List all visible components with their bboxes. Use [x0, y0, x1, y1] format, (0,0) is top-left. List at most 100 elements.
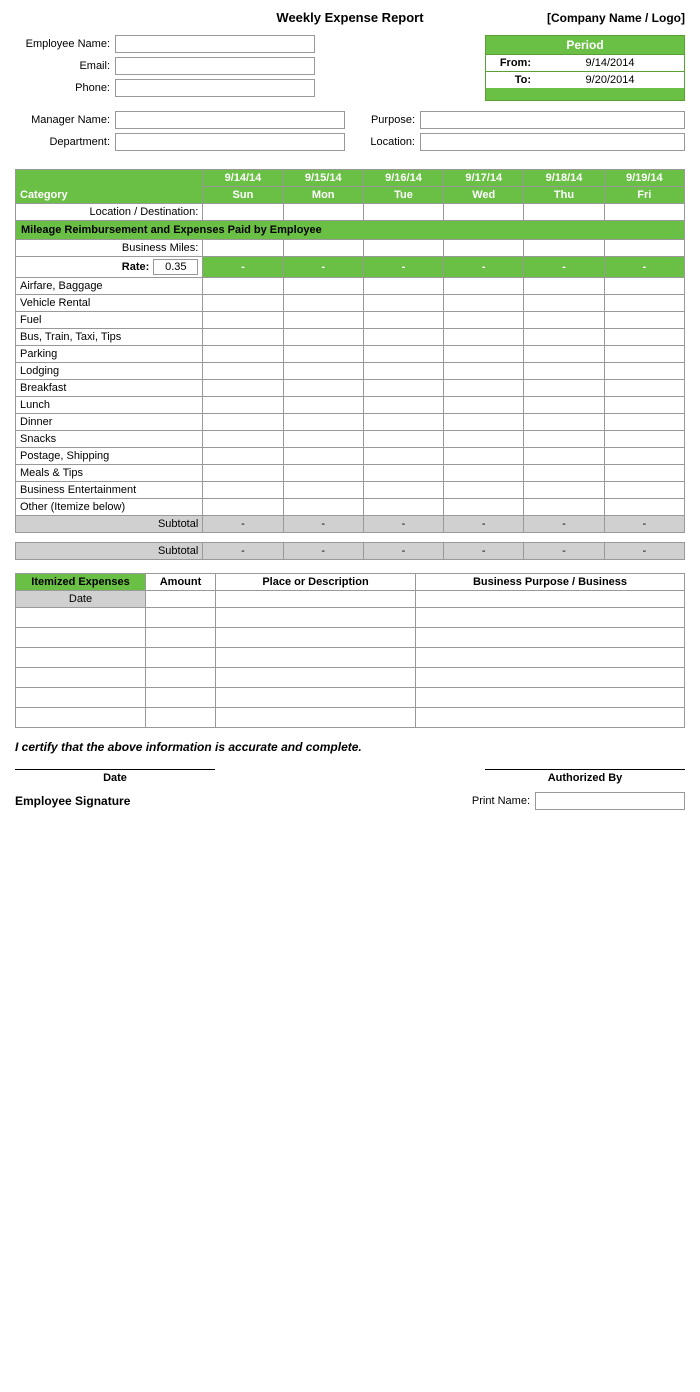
subtotal-wed-1: -: [444, 516, 524, 533]
date-mon: 9/15/14: [283, 170, 363, 187]
period-header: Period: [486, 36, 684, 54]
category-postage: Postage, Shipping: [16, 448, 203, 465]
subtotal-mon-1: -: [283, 516, 363, 533]
category-bus: Bus, Train, Taxi, Tips: [16, 329, 203, 346]
table-row: Fuel: [16, 312, 685, 329]
date-thu: 9/18/14: [524, 170, 604, 187]
category-vehicle: Vehicle Rental: [16, 295, 203, 312]
business-miles-tue[interactable]: [363, 240, 443, 257]
table-row: Business Entertainment: [16, 482, 685, 499]
purpose-label: Purpose:: [355, 114, 420, 126]
location-tue[interactable]: [363, 204, 443, 221]
location-sun[interactable]: [203, 204, 283, 221]
date-column-label: Date: [16, 591, 146, 608]
day-mon: Mon: [283, 187, 363, 204]
phone-input[interactable]: [115, 79, 315, 97]
business-miles-fri[interactable]: [604, 240, 684, 257]
subtotal-thu-2: -: [524, 543, 604, 560]
page-title: Weekly Expense Report: [195, 10, 505, 25]
phone-label: Phone:: [15, 82, 115, 94]
category-airfare: Airfare, Baggage: [16, 278, 203, 295]
table-row: Postage, Shipping: [16, 448, 685, 465]
email-label: Email:: [15, 60, 115, 72]
table-row: Lodging: [16, 363, 685, 380]
table-row: Airfare, Baggage: [16, 278, 685, 295]
purpose-input[interactable]: [420, 111, 685, 129]
rate-tue: -: [363, 257, 443, 278]
email-input[interactable]: [115, 57, 315, 75]
rate-label: Rate:: [122, 261, 150, 273]
list-item: [16, 648, 685, 668]
company-name: [Company Name / Logo]: [505, 11, 685, 25]
date-sig-label: Date: [15, 772, 215, 784]
list-item: [16, 628, 685, 648]
authorized-sig-label: Authorized By: [485, 772, 685, 784]
rate-sun: -: [203, 257, 283, 278]
table-row: Bus, Train, Taxi, Tips: [16, 329, 685, 346]
subtotal-tue-1: -: [363, 516, 443, 533]
location-destination-label: Location / Destination:: [16, 204, 203, 221]
department-label: Department:: [15, 136, 115, 148]
location-thu[interactable]: [524, 204, 604, 221]
category-snacks: Snacks: [16, 431, 203, 448]
rate-input[interactable]: [153, 259, 198, 275]
period-to-label: To:: [486, 72, 536, 88]
date-fri: 9/19/14: [604, 170, 684, 187]
day-fri: Fri: [604, 187, 684, 204]
manager-name-input[interactable]: [115, 111, 345, 129]
category-header: Category: [16, 170, 203, 204]
day-wed: Wed: [444, 187, 524, 204]
list-item: [16, 708, 685, 728]
category-biz-entertainment: Business Entertainment: [16, 482, 203, 499]
location-fri[interactable]: [604, 204, 684, 221]
date-sig-line: [15, 769, 215, 770]
subtotal-mon-2: -: [283, 543, 363, 560]
location-wed[interactable]: [444, 204, 524, 221]
authorized-sig-line: [485, 769, 685, 770]
day-thu: Thu: [524, 187, 604, 204]
location-label: Location:: [355, 136, 420, 148]
print-name-input[interactable]: [535, 792, 685, 810]
rate-thu: -: [524, 257, 604, 278]
subtotal-tue-2: -: [363, 543, 443, 560]
subtotal-sun-2: -: [203, 543, 283, 560]
business-miles-thu[interactable]: [524, 240, 604, 257]
subtotal-thu-1: -: [524, 516, 604, 533]
manager-name-label: Manager Name:: [15, 114, 115, 126]
table-row: Vehicle Rental: [16, 295, 685, 312]
category-meals-tips: Meals & Tips: [16, 465, 203, 482]
location-mon[interactable]: [283, 204, 363, 221]
business-purpose-header: Business Purpose / Business: [416, 574, 685, 591]
employee-signature-label: Employee Signature: [15, 794, 130, 808]
subtotal-wed-2: -: [444, 543, 524, 560]
rate-fri: -: [604, 257, 684, 278]
business-miles-mon[interactable]: [283, 240, 363, 257]
employee-name-label: Employee Name:: [15, 38, 115, 50]
date-tue: 9/16/14: [363, 170, 443, 187]
location-input[interactable]: [420, 133, 685, 151]
place-header: Place or Description: [216, 574, 416, 591]
amount-header: Amount: [146, 574, 216, 591]
table-row: Parking: [16, 346, 685, 363]
subtotal-fri-2: -: [604, 543, 684, 560]
table-row: Snacks: [16, 431, 685, 448]
period-from-value: 9/14/2014: [536, 55, 684, 71]
department-input[interactable]: [115, 133, 345, 151]
period-from-label: From:: [486, 55, 536, 71]
subtotal-fri-1: -: [604, 516, 684, 533]
business-miles-wed[interactable]: [444, 240, 524, 257]
table-row: Lunch: [16, 397, 685, 414]
category-parking: Parking: [16, 346, 203, 363]
list-item: [16, 688, 685, 708]
list-item: [16, 608, 685, 628]
print-name-label: Print Name:: [472, 795, 530, 807]
table-row: Dinner: [16, 414, 685, 431]
subtotal-label-2: Subtotal: [16, 543, 203, 560]
category-lunch: Lunch: [16, 397, 203, 414]
employee-name-input[interactable]: [115, 35, 315, 53]
rate-wed: -: [444, 257, 524, 278]
business-miles-sun[interactable]: [203, 240, 283, 257]
day-tue: Tue: [363, 187, 443, 204]
subtotal-label-1: Subtotal: [16, 516, 203, 533]
business-miles-label: Business Miles:: [16, 240, 203, 257]
